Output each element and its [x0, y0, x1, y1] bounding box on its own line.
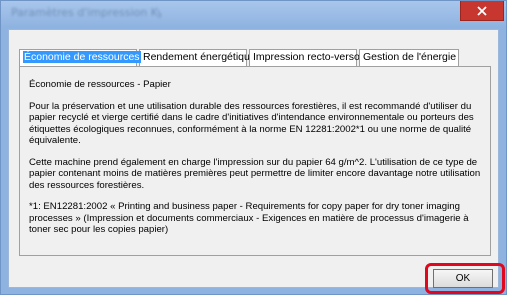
tab-energy-efficiency[interactable]: Rendement énergétique: [139, 49, 256, 66]
tab-label: Économie de ressources: [23, 51, 141, 63]
title-bar[interactable]: Paramètres d'impression Kyocera: [1, 1, 506, 27]
tab-energy-management[interactable]: Gestion de l'énergie: [359, 49, 459, 66]
close-button[interactable]: [460, 1, 504, 21]
section-heading: Économie de ressources - Papier: [29, 79, 171, 90]
footnote-standard: *1: EN12281:2002 « Printing and business…: [29, 201, 469, 235]
panel-content: Économie de ressources - Papier Pour la …: [29, 79, 485, 246]
tab-panel: Économie de ressources - Papier Pour la …: [19, 66, 491, 256]
window-title: Paramètres d'impression Kyocera: [11, 6, 161, 19]
paragraph-lightweight-paper: Cette machine prend également en charge …: [29, 156, 481, 191]
ok-button[interactable]: OK: [433, 269, 493, 288]
tab-strip: Économie de ressources Rendement énergét…: [19, 49, 461, 67]
paragraph-recycled-paper: Pour la préservation et une utilisation …: [29, 100, 474, 147]
tab-duplex-printing[interactable]: Impression recto-verso: [249, 49, 360, 66]
tab-resource-saving[interactable]: Économie de ressources: [19, 49, 141, 66]
close-icon: [477, 5, 487, 16]
dialog-window: Paramètres d'impression Kyocera Économie…: [0, 0, 507, 295]
